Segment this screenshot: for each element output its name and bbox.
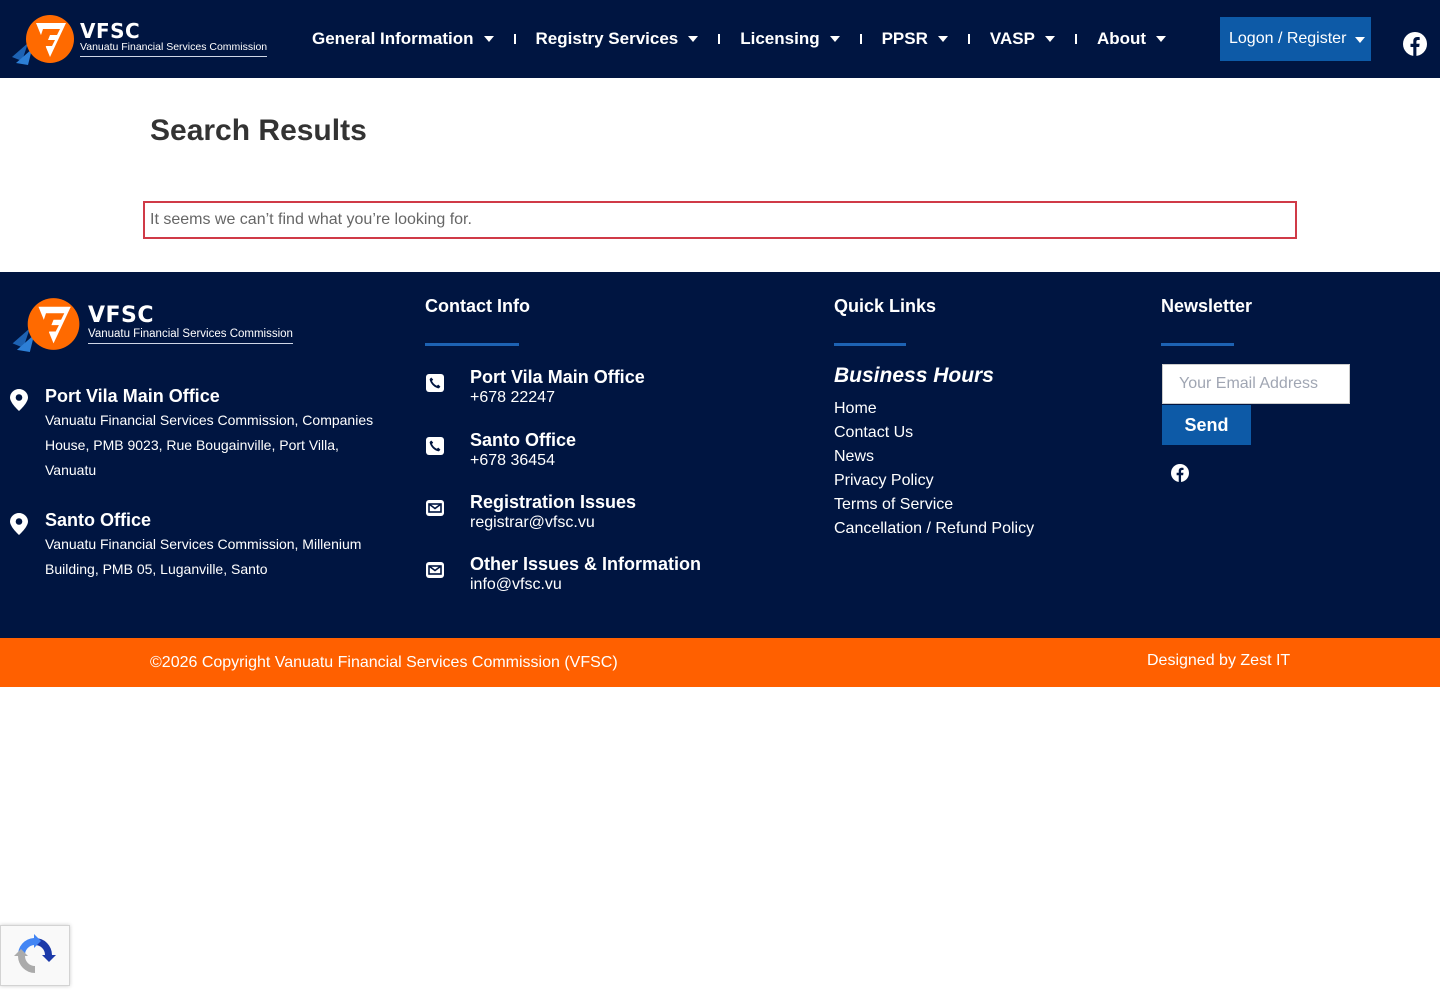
nav-label: About (1096, 29, 1147, 48)
caret-down-icon (937, 36, 948, 42)
logo-brand: VFSC (80, 19, 141, 43)
nav-divider (718, 34, 721, 44)
newsletter-send-button[interactable]: Send (1162, 405, 1251, 445)
main-nav: General Information Registry Services Li… (300, 0, 1178, 78)
contact-value: info@vfsc.vu (470, 576, 562, 593)
heading-underline (1161, 343, 1234, 346)
logo-text: VFSC Vanuatu Financial Services Commissi… (88, 302, 293, 344)
copyright-text: ©2026 Copyright Vanuatu Financial Servic… (150, 654, 618, 671)
quick-link-refund-policy[interactable]: Cancellation / Refund Policy (834, 517, 1034, 541)
nav-general-information[interactable]: General Information (300, 29, 506, 49)
caret-down-icon (1355, 37, 1365, 43)
envelope-icon (426, 500, 444, 516)
site-logo[interactable]: VFSC Vanuatu Financial Services Commissi… (10, 13, 268, 65)
office-name: Santo Office (45, 510, 152, 530)
footer-logo[interactable]: VFSC Vanuatu Financial Services Commissi… (10, 296, 293, 352)
recaptcha-badge[interactable] (0, 925, 70, 986)
office-name: Port Vila Main Office (45, 386, 220, 406)
nav-vasp[interactable]: VASP (978, 29, 1067, 49)
logo-subtitle: Vanuatu Financial Services Commission (88, 327, 293, 344)
nav-divider (1074, 34, 1077, 44)
office-address: Vanuatu Financial Services Commission, C… (45, 412, 374, 478)
facebook-icon[interactable] (1171, 464, 1189, 482)
phone-icon (426, 374, 444, 392)
newsletter-heading: Newsletter (1161, 296, 1253, 316)
vfsc-logo-icon (12, 15, 74, 65)
envelope-icon (426, 562, 444, 578)
nav-label: VASP (989, 29, 1035, 48)
logon-label: Logon / Register (1229, 30, 1347, 47)
contact-info-heading: Contact Info (425, 296, 530, 316)
map-pin-icon (10, 513, 28, 535)
vfsc-logo-icon (12, 298, 80, 352)
quick-link-news[interactable]: News (834, 445, 1034, 469)
nav-label: PPSR (881, 29, 928, 48)
page-title: Search Results (150, 114, 367, 147)
phone-icon (426, 437, 444, 455)
caret-down-icon (1044, 36, 1055, 42)
notice-text: It seems we can’t find what you’re looki… (150, 211, 472, 228)
designed-by-link[interactable]: Designed by Zest IT (1147, 652, 1290, 670)
nav-divider (967, 34, 970, 44)
contact-title: Santo Office (470, 430, 577, 450)
recaptcha-icon (14, 934, 56, 973)
contact-value: +678 36454 (470, 452, 555, 469)
nav-divider (859, 34, 862, 44)
heading-underline (834, 343, 906, 346)
nav-label: Registry Services (535, 29, 679, 48)
logo-subtitle: Vanuatu Financial Services Commission (80, 41, 268, 57)
contact-value: registrar@vfsc.vu (470, 514, 595, 531)
newsletter-email-input[interactable] (1162, 364, 1350, 404)
caret-down-icon (1156, 36, 1167, 42)
caret-down-icon (688, 36, 699, 42)
contact-title: Other Issues & Information (470, 554, 702, 574)
logo-brand: VFSC (88, 302, 155, 328)
no-results-notice: It seems we can’t find what you’re looki… (143, 201, 1297, 239)
nav-registry-services[interactable]: Registry Services (524, 29, 711, 49)
copyright-bar: ©2026 Copyright Vanuatu Financial Servic… (0, 638, 1440, 687)
quick-link-contact-us[interactable]: Contact Us (834, 421, 1034, 445)
logo-text: VFSC Vanuatu Financial Services Commissi… (80, 19, 268, 57)
nav-ppsr[interactable]: PPSR (870, 29, 960, 49)
facebook-icon[interactable] (1403, 32, 1427, 56)
office-address: Vanuatu Financial Services Commission, M… (45, 536, 362, 577)
heading-underline (425, 343, 519, 346)
nav-label: Licensing (740, 29, 820, 48)
quick-links-list: Home Contact Us News Privacy Policy Term… (834, 397, 1034, 541)
caret-down-icon (829, 36, 840, 42)
caret-down-icon (483, 36, 494, 42)
site-footer: VFSC Vanuatu Financial Services Commissi… (0, 272, 1440, 638)
contact-value: +678 22247 (470, 389, 555, 406)
nav-divider (513, 34, 516, 44)
quick-link-privacy-policy[interactable]: Privacy Policy (834, 469, 1034, 493)
contact-title: Port Vila Main Office (470, 367, 645, 387)
nav-label: General Information (312, 29, 474, 48)
contact-title: Registration Issues (470, 492, 637, 512)
site-header: VFSC Vanuatu Financial Services Commissi… (0, 0, 1440, 78)
map-pin-icon (10, 389, 28, 411)
nav-licensing[interactable]: Licensing (728, 29, 851, 49)
quick-link-home[interactable]: Home (834, 397, 1034, 421)
quick-link-terms-of-service[interactable]: Terms of Service (834, 493, 1034, 517)
business-hours-title: Business Hours (834, 364, 994, 387)
logon-register-button[interactable]: Logon / Register (1220, 17, 1371, 61)
quick-links-heading: Quick Links (834, 296, 937, 316)
nav-about[interactable]: About (1085, 29, 1178, 49)
